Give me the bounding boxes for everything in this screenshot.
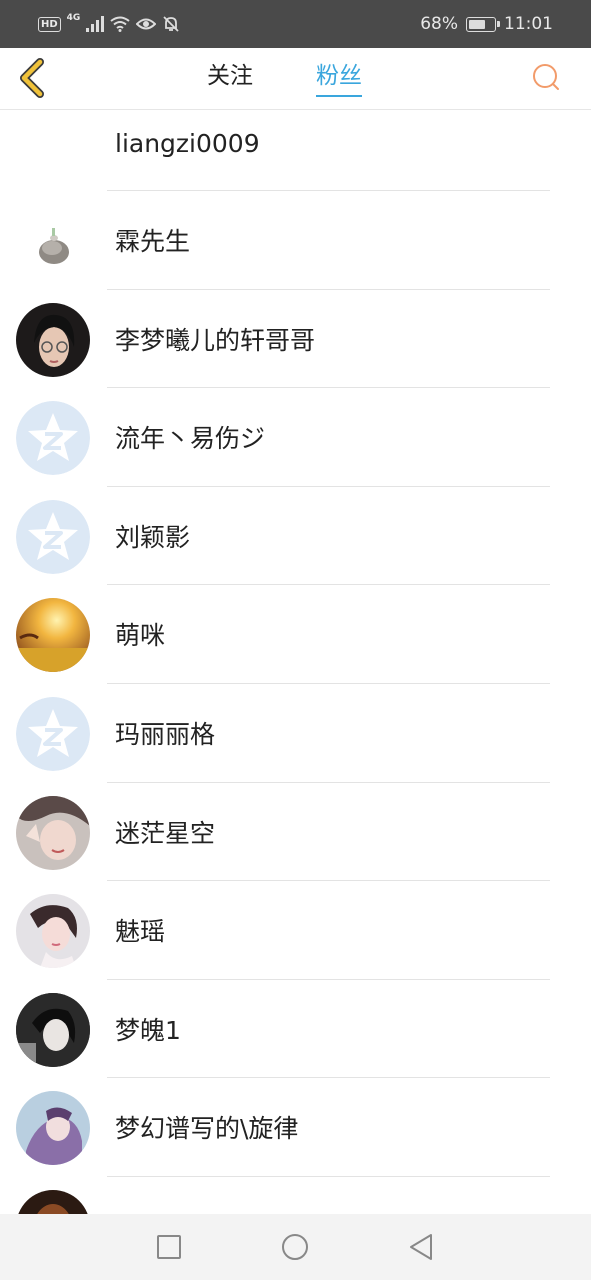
list-item[interactable]: 刘颖影 — [0, 487, 591, 586]
list-item[interactable]: 魅瑶 — [0, 881, 591, 980]
eye-icon — [136, 18, 157, 30]
avatar — [16, 992, 90, 1067]
fan-list: liangzi0009 霖先生 李梦曦儿的轩哥哥 流年丶易伤ジ 刘颖影 萌咪 玛… — [0, 111, 591, 1214]
default-avatar-icon — [16, 499, 90, 574]
nav-back-button[interactable] — [404, 1230, 438, 1264]
system-nav-bar — [0, 1214, 591, 1280]
avatar-photo — [16, 1091, 90, 1166]
status-bar: HD 4G 68% 11:01 — [0, 0, 591, 48]
status-left: HD 4G — [38, 12, 180, 36]
avatar-photo — [16, 795, 90, 870]
battery-percent: 68% — [420, 14, 458, 34]
search-icon — [533, 64, 559, 90]
avatar-photo — [16, 992, 90, 1067]
list-item[interactable]: 霖先生 — [0, 191, 591, 290]
circle-icon — [282, 1234, 308, 1260]
fan-name: 梦幻谱写的\旋律 — [115, 1114, 299, 1144]
recents-button[interactable] — [152, 1230, 186, 1264]
battery-icon — [466, 16, 500, 32]
avatar — [16, 696, 90, 771]
avatar — [16, 1189, 90, 1214]
default-avatar-icon — [16, 401, 90, 476]
avatar-photo — [16, 894, 90, 969]
fan-name: 迷茫星空 — [115, 818, 216, 848]
chevron-left-icon — [20, 58, 44, 98]
fan-name: 流年丶易伤ジ — [115, 424, 266, 454]
fan-name: 刘颖影 — [115, 522, 191, 552]
list-item[interactable]: 梦幻谱写的\旋律 — [0, 1078, 591, 1177]
fan-name: 萌咪 — [115, 621, 166, 651]
fan-name: 霖先生 — [115, 227, 191, 256]
avatar-photo — [16, 204, 90, 278]
tab-follow-label: 关注 — [207, 63, 253, 89]
bell-off-icon — [163, 16, 179, 32]
list-item[interactable] — [0, 1177, 591, 1214]
top-header: 关注 粉丝 — [0, 48, 591, 110]
tab-fans-label: 粉丝 — [316, 63, 362, 89]
tab-fans[interactable]: 粉丝 — [316, 61, 362, 97]
battery-level — [469, 19, 486, 29]
fan-name: liangzi0009 — [115, 129, 260, 158]
signal-icon — [86, 16, 105, 32]
tab-follow[interactable]: 关注 — [207, 61, 253, 97]
clock: 11:01 — [504, 14, 553, 34]
avatar — [16, 1091, 90, 1166]
avatar — [16, 401, 90, 476]
network-type: 4G — [66, 13, 81, 23]
avatar-photo — [16, 1189, 90, 1214]
status-right: 68% 11:01 — [420, 12, 553, 36]
avatar — [16, 499, 90, 574]
avatar — [16, 894, 90, 969]
list-item[interactable]: liangzi0009 — [0, 111, 591, 191]
square-icon — [157, 1235, 181, 1259]
triangle-back-icon — [410, 1234, 432, 1260]
list-item[interactable]: 玛丽丽格 — [0, 684, 591, 783]
avatar — [16, 204, 90, 278]
active-tab-indicator — [316, 95, 362, 97]
list-item[interactable]: 流年丶易伤ジ — [0, 388, 591, 487]
avatar — [16, 598, 90, 673]
fan-name: 魅瑶 — [115, 917, 166, 947]
avatar — [16, 302, 90, 377]
fan-name: 李梦曦儿的轩哥哥 — [115, 325, 316, 355]
list-item[interactable]: 萌咪 — [0, 585, 591, 684]
avatar — [16, 795, 90, 870]
default-avatar-icon — [16, 696, 90, 771]
list-item[interactable]: 梦魄1 — [0, 980, 591, 1079]
avatar-photo — [16, 302, 90, 377]
search-button[interactable] — [529, 60, 563, 94]
list-item[interactable]: 迷茫星空 — [0, 783, 591, 882]
back-button[interactable] — [14, 56, 50, 100]
home-button[interactable] — [278, 1230, 312, 1264]
avatar-photo — [16, 598, 90, 673]
list-item[interactable]: 李梦曦儿的轩哥哥 — [0, 290, 591, 389]
wifi-icon — [110, 16, 130, 32]
hd-badge: HD — [38, 16, 61, 32]
fan-name: 玛丽丽格 — [115, 719, 216, 749]
fan-name: 梦魄1 — [115, 1015, 181, 1045]
